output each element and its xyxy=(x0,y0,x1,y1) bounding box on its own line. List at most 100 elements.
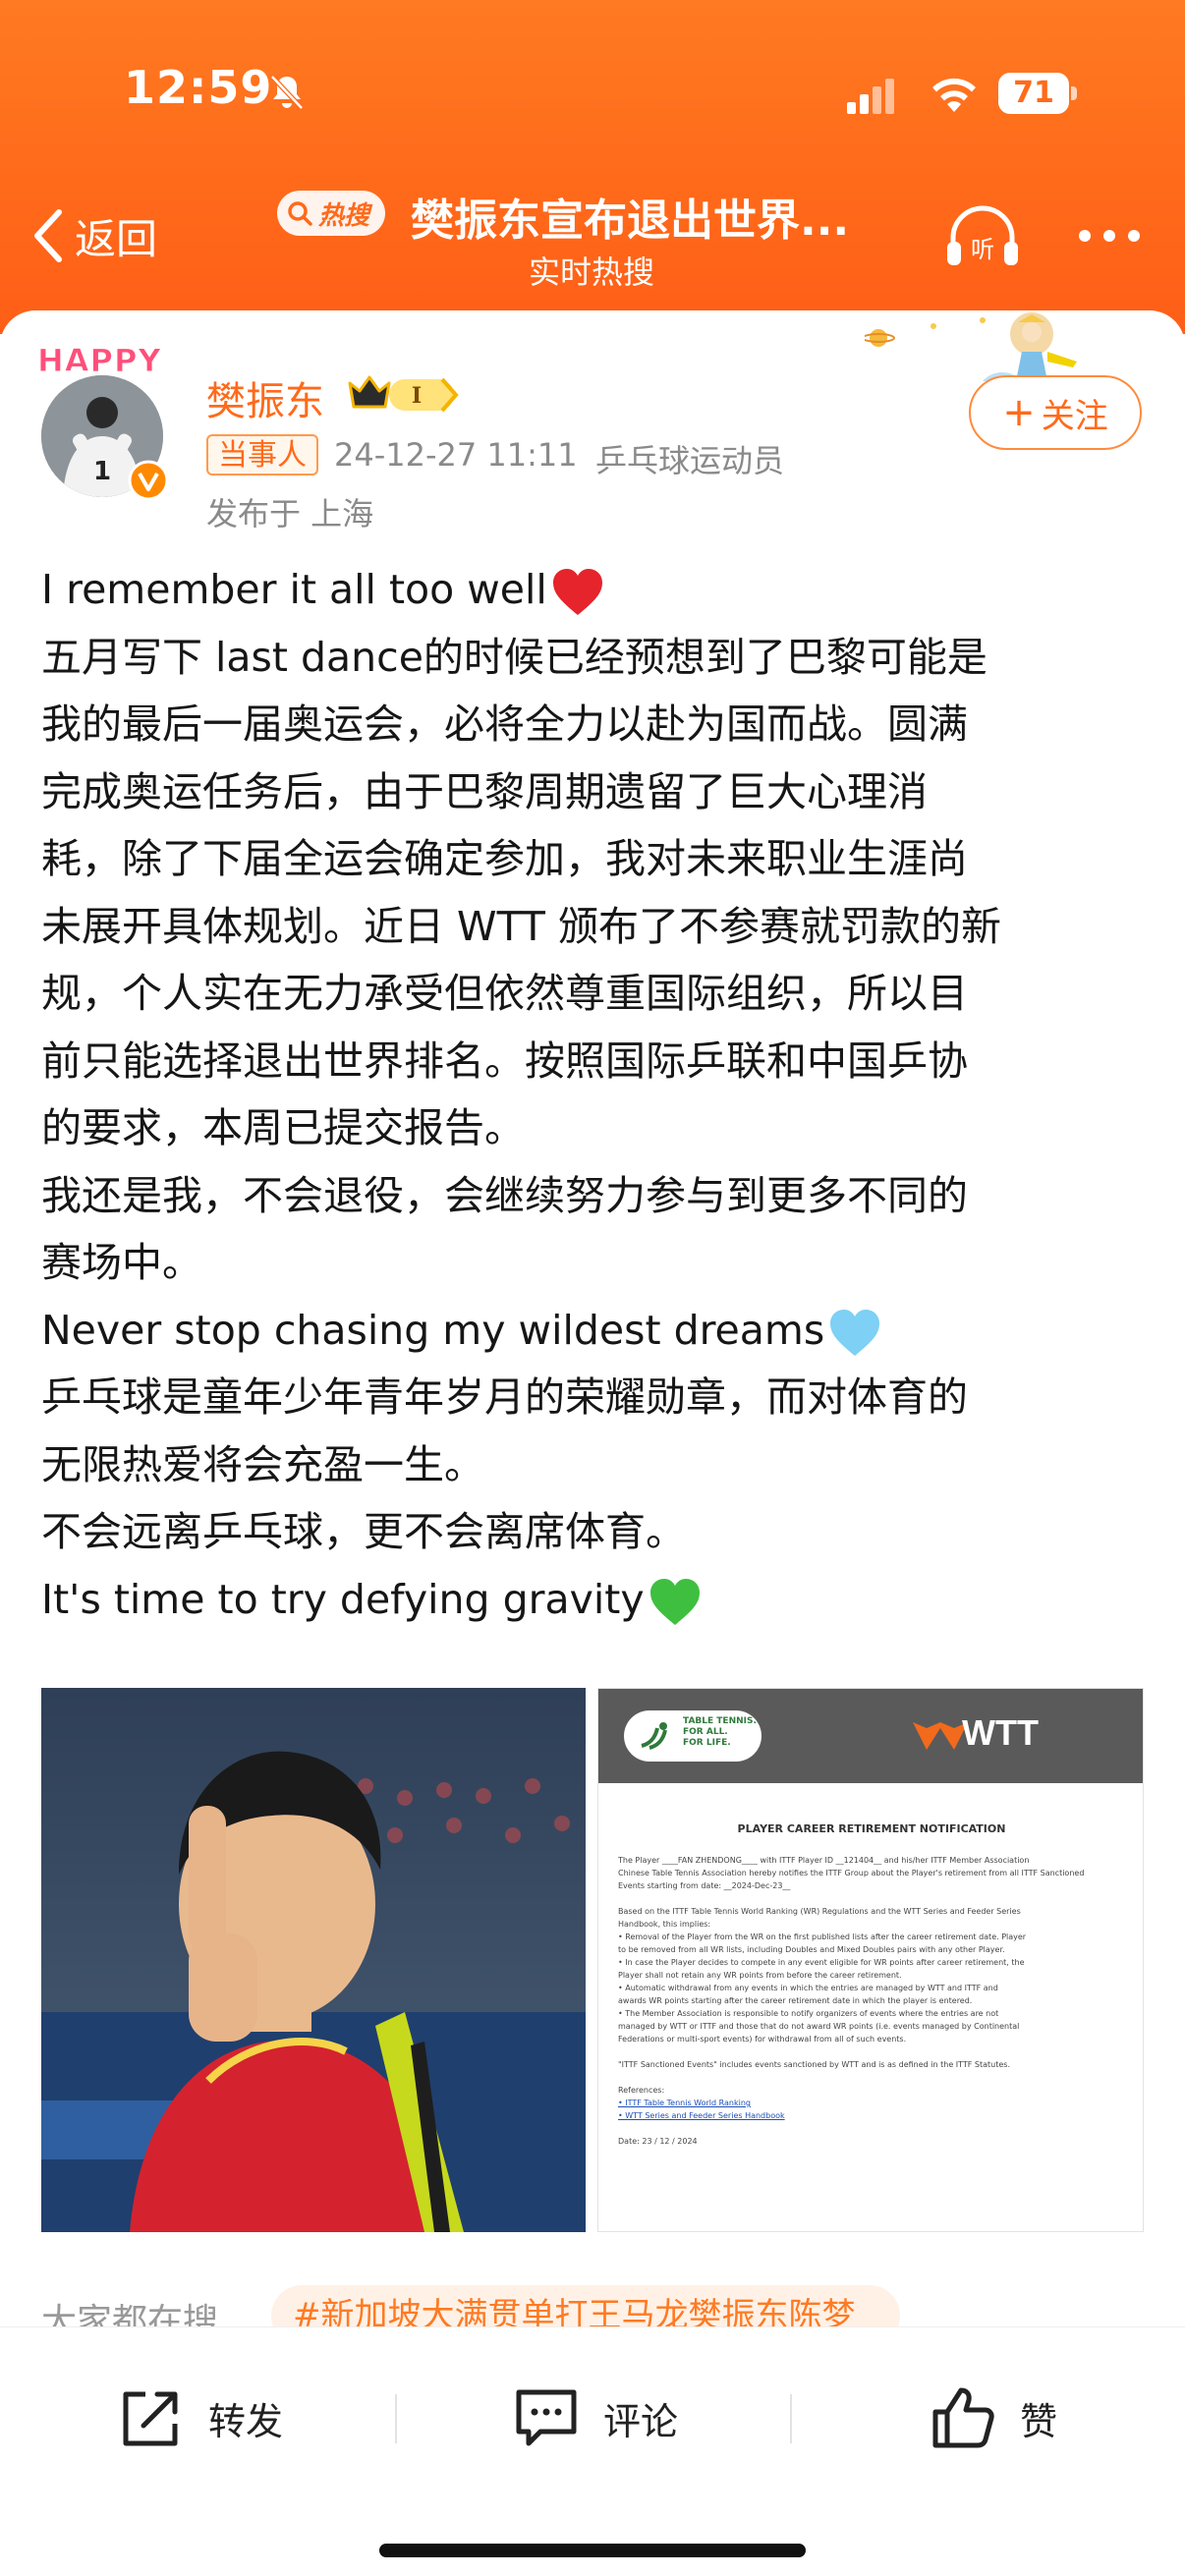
post-line: I remember it all too well xyxy=(41,556,1152,624)
doc-line: The Player ____FAN ZHENDONG____ with ITT… xyxy=(618,1856,1030,1865)
thumbs-up-icon xyxy=(932,2387,994,2448)
comment-button[interactable]: 评论 xyxy=(511,2379,678,2457)
ittf-logo-icon xyxy=(641,1722,667,1750)
back-label: 返回 xyxy=(75,214,158,263)
follow-button[interactable]: + 关注 xyxy=(969,375,1142,450)
happy-letters: HAPPY xyxy=(37,342,162,379)
doc-line: "ITTF Sanctioned Events" includes events… xyxy=(618,2060,1011,2069)
post-line: 完成奥运任务后，由于巴黎周期遗留了巨大心理消 xyxy=(41,767,928,815)
post-line: 我还是我，不会退役，会继续努力参与到更多不同的 xyxy=(41,1171,968,1219)
doc-line xyxy=(618,2071,1129,2084)
header-bar: 12:59 71 返回 热搜 樊振东宣布退出世界... 实时热搜 听 xyxy=(0,0,1185,334)
post-line: 前只能选择退出世界排名。按照国际乒联和中国乒协 xyxy=(41,1036,968,1085)
doc-line: • Removal of the Player from the WR on t… xyxy=(618,1932,1027,1941)
post-photo-document[interactable]: TABLE TENNIS. FOR ALL. FOR LIFE. WTT PLA… xyxy=(597,1688,1144,2232)
doc-line: • Automatic withdrawal from any events i… xyxy=(618,1984,998,1992)
home-indicator xyxy=(379,2544,806,2557)
doc-line: to be removed from all WR lists, includi… xyxy=(618,1945,1005,1954)
doc-line xyxy=(618,1892,1129,1905)
comment-icon xyxy=(516,2389,577,2446)
doc-line: Date: 23 / 12 / 2024 xyxy=(618,2137,698,2146)
vip-crown-badge-icon: I xyxy=(348,375,459,413)
hot-badge-label: 热搜 xyxy=(318,200,370,231)
post-action-bar: 转发 评论 赞 xyxy=(0,2326,1185,2576)
avatar-happy-banner: HAPPY xyxy=(37,342,162,380)
repost-label: 转发 xyxy=(208,2399,284,2443)
listen-headphones-icon[interactable]: 听 xyxy=(943,202,1022,271)
page-subtitle: 实时热搜 xyxy=(528,253,654,291)
comment-label: 评论 xyxy=(603,2399,679,2443)
author-job: 乒乓球运动员 xyxy=(595,442,785,479)
ittf-tagline-line: TABLE TENNIS. xyxy=(683,1716,757,1726)
post-location: 发布于 上海 xyxy=(206,495,374,532)
wifi-icon xyxy=(932,78,976,112)
doc-line: Events starting from date: __2024-Dec-23… xyxy=(618,1881,791,1890)
verified-badge-icon xyxy=(128,460,169,501)
svg-text:听: 听 xyxy=(971,236,994,263)
post-line: 耗，除了下届全运会确定参加，我对未来职业生涯尚 xyxy=(41,835,968,882)
post-line-text: It's time to try defying gravity xyxy=(41,1575,645,1623)
follow-label: 关注 xyxy=(1041,396,1108,436)
related-search-strip: 大家都在搜 #新加坡大满贯单打王马龙樊振东陈梦 xyxy=(0,2275,1185,2334)
post-line: 不会远离乒乓球，更不会离席体育。 xyxy=(41,1508,686,1555)
post-line: 我的最后一届奥运会，必将全力以赴为国而战。圆满 xyxy=(41,700,968,748)
signal-icon xyxy=(847,79,894,114)
document-title: PLAYER CAREER RETIREMENT NOTIFICATION xyxy=(737,1822,1006,1835)
post-text: I remember it all too well 五月写下 last dan… xyxy=(41,556,1152,1633)
nav-title-area: 热搜 樊振东宣布退出世界... 实时热搜 xyxy=(277,179,906,297)
post-line: 乒乓球是童年少年青年岁月的荣耀勋章，而对体育的 xyxy=(41,1373,968,1421)
doc-line xyxy=(618,2122,1129,2135)
share-icon xyxy=(123,2391,178,2446)
ittf-logo: TABLE TENNIS. FOR ALL. FOR LIFE. xyxy=(624,1710,762,1762)
post-line: 未展开具体规划。近日 WTT 颁布了不参赛就罚款的新 xyxy=(41,902,1001,950)
repost-button[interactable]: 转发 xyxy=(116,2379,283,2457)
back-button[interactable]: 返回 xyxy=(29,196,157,275)
post-line: 五月写下 last dance的时候已经预想到了巴黎可能是 xyxy=(41,633,988,681)
doc-line: Handbook, this implies: xyxy=(618,1920,711,1929)
post-photo-player[interactable] xyxy=(41,1688,586,2232)
bell-slash-icon xyxy=(270,75,304,110)
battery-level: 71 xyxy=(1013,76,1054,110)
light-blue-heart-icon xyxy=(830,1309,880,1356)
post-line: Never stop chasing my wildest dreams xyxy=(41,1297,1152,1365)
post-line: 的要求，本周已提交报告。 xyxy=(41,1104,525,1151)
player-photo-illustration xyxy=(41,1688,586,2232)
hot-search-badge: 热搜 xyxy=(277,191,385,236)
doc-line: Player shall not retain any WR points fr… xyxy=(618,1971,902,1980)
avatar-wrap[interactable]: HAPPY 1 xyxy=(37,340,175,507)
doc-line: • WTT Series and Feeder Series Handbook xyxy=(618,2111,785,2120)
ittf-tagline: TABLE TENNIS. FOR ALL. FOR LIFE. xyxy=(683,1716,757,1749)
doc-line: • In case the Player decides to compete … xyxy=(618,1958,1025,1967)
ittf-tagline-line: FOR LIFE. xyxy=(683,1738,731,1748)
post-line: 赛场中。 xyxy=(41,1239,202,1286)
post-line: 无限热爱将会充盈一生。 xyxy=(41,1440,484,1488)
post-line: 规，个人实在无力承受但依然尊重国际组织，所以目 xyxy=(41,970,968,1017)
vip-level: I xyxy=(412,383,422,409)
wtt-logo: WTT xyxy=(962,1712,1039,1753)
battery-indicator: 71 xyxy=(998,73,1077,114)
doc-line xyxy=(618,2045,1129,2058)
status-time: 12:59 xyxy=(124,61,273,114)
doc-line: Federations or multi-sport events) for w… xyxy=(618,2035,907,2044)
action-divider xyxy=(395,2394,397,2443)
like-button[interactable]: 赞 xyxy=(928,2379,1057,2457)
party-tag: 当事人 xyxy=(206,434,318,476)
post-card: HAPPY 1 樊振东 I 当事人 24-12-27 11:11 乒乓球运动员 … xyxy=(0,310,1185,2344)
action-divider xyxy=(790,2394,792,2443)
post-time: 24-12-27 11:11 xyxy=(334,436,578,474)
wtt-wave-icon xyxy=(913,1722,968,1750)
battery-tip xyxy=(1071,86,1077,100)
doc-line: Based on the ITTF Table Tennis World Ran… xyxy=(618,1907,1021,1916)
doc-line: References: xyxy=(618,2086,665,2095)
doc-line: • ITTF Table Tennis World Ranking xyxy=(618,2099,751,2107)
ittf-tagline-line: FOR ALL. xyxy=(683,1727,728,1737)
document-body: The Player ____FAN ZHENDONG____ with ITT… xyxy=(618,1854,1129,2148)
chevron-left-icon xyxy=(34,209,62,262)
doc-line: Chinese Table Tennis Association hereby … xyxy=(618,1869,1085,1877)
more-options-icon[interactable] xyxy=(1075,216,1144,255)
green-heart-icon xyxy=(649,1578,700,1625)
red-heart-icon xyxy=(552,569,602,615)
doc-line: awards WR points starting after the care… xyxy=(618,1996,973,2005)
status-bar: 12:59 71 xyxy=(0,0,1185,196)
username[interactable]: 樊振东 xyxy=(206,369,324,426)
